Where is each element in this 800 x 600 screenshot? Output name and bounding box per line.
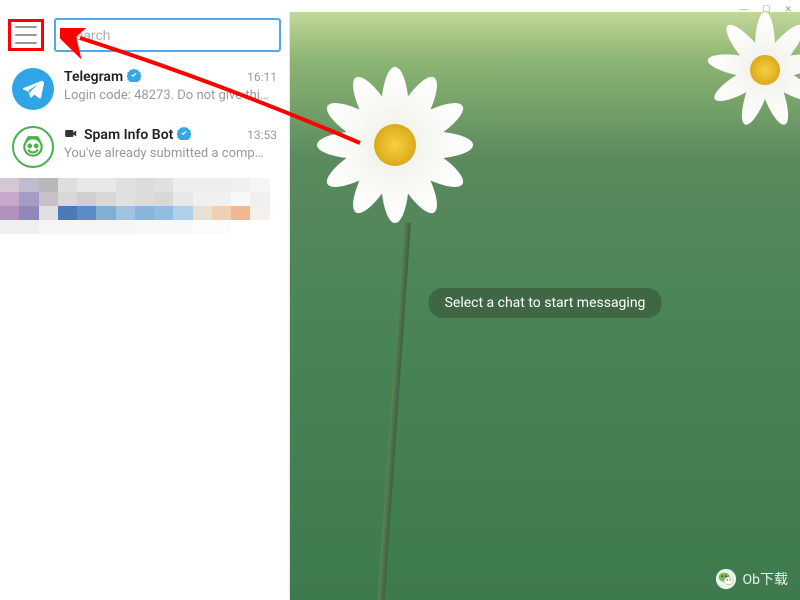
bot-face-icon	[20, 134, 46, 160]
sidebar: Telegram 16:11 Login code: 48273. Do not…	[0, 12, 290, 600]
watermark-text: Ob下载	[743, 569, 789, 589]
camera-icon	[64, 128, 78, 142]
chat-list: Telegram 16:11 Login code: 48273. Do not…	[0, 60, 289, 600]
chat-name: Telegram	[64, 69, 123, 85]
sidebar-topbar	[0, 12, 289, 60]
empty-state-message: Select a chat to start messaging	[429, 288, 662, 318]
hamburger-menu-button[interactable]	[15, 26, 37, 44]
chat-time: 16:11	[247, 70, 277, 84]
chat-row-spam-bot[interactable]: Spam Info Bot 13:53 You've already submi…	[0, 118, 289, 176]
chat-name: Spam Info Bot	[84, 127, 173, 143]
telegram-icon	[21, 77, 45, 101]
background-flower	[310, 67, 480, 237]
verified-badge-icon	[127, 68, 141, 86]
main-panel: Select a chat to start messaging Ob下载	[290, 12, 800, 600]
chat-preview: Login code: 48273. Do not give thi…	[64, 88, 277, 103]
verified-badge-icon	[177, 126, 191, 144]
chat-time: 13:53	[247, 128, 277, 142]
chat-preview: You've already submitted a comp…	[64, 146, 277, 161]
avatar-spam-bot	[12, 126, 54, 168]
blurred-chat-row	[0, 178, 289, 240]
wechat-icon	[715, 568, 737, 590]
search-input[interactable]	[54, 18, 281, 52]
chat-row-telegram[interactable]: Telegram 16:11 Login code: 48273. Do not…	[0, 60, 289, 118]
background-flower	[700, 12, 800, 142]
window-titlebar: — ☐ ✕	[0, 0, 800, 12]
annotation-highlight-box	[8, 19, 44, 51]
watermark: Ob下载	[715, 568, 789, 590]
avatar-telegram	[12, 68, 54, 110]
